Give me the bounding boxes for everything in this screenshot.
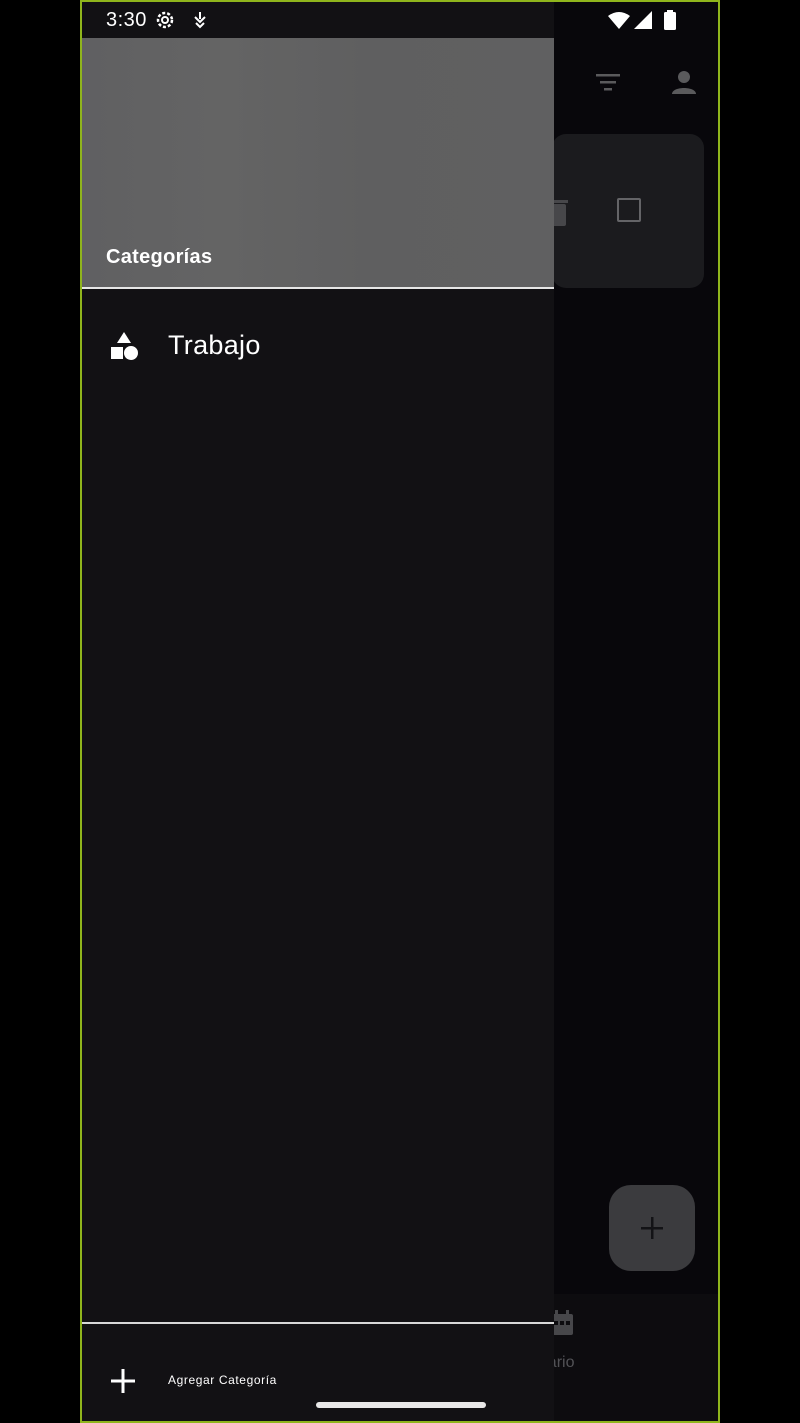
drawer-header: Categorías	[82, 38, 554, 289]
status-bar: 3:30	[82, 2, 718, 38]
add-category-label: Agregar Categoría	[168, 1373, 277, 1387]
wifi-icon	[608, 12, 630, 29]
plus-icon	[111, 1369, 135, 1393]
battery-icon	[664, 10, 676, 30]
category-item-trabajo[interactable]: Trabajo	[82, 314, 554, 378]
device-frame: ndario Categorías Trabajo Agregar Catego…	[80, 0, 720, 1423]
drop-icon	[194, 12, 206, 29]
status-time: 3:30	[106, 9, 147, 31]
home-indicator[interactable]	[316, 1402, 486, 1408]
drawer-divider	[82, 1322, 554, 1324]
category-shapes-icon	[111, 332, 138, 360]
navigation-drawer: Categorías Trabajo Agregar Categoría	[82, 2, 554, 1421]
gear-icon	[156, 11, 174, 29]
signal-icon	[634, 11, 652, 29]
drawer-title: Categorías	[106, 246, 213, 268]
category-label: Trabajo	[168, 330, 261, 360]
